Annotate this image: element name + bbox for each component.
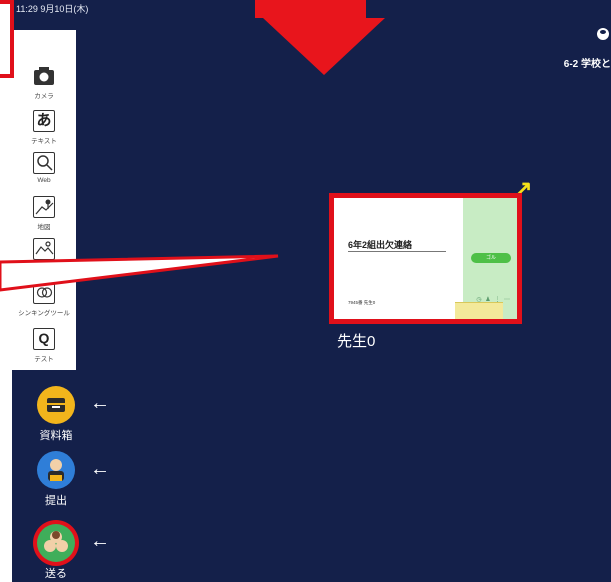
status-bar-time: 11:29 9月10日(木)	[16, 4, 89, 14]
text-icon: あ	[33, 110, 55, 132]
card-button: ゴル	[471, 253, 511, 263]
arrow-left-icon: ←	[90, 458, 110, 480]
tool-thinking-label: シンキングツール	[18, 310, 70, 317]
tool-camera[interactable]: カメラ	[12, 65, 76, 100]
camera-icon	[33, 65, 55, 87]
card-title: 6年2組出欠連絡	[348, 240, 413, 250]
sticky-note	[455, 302, 503, 319]
tool-thinking[interactable]: シンキングツール	[12, 282, 76, 317]
card-author: 7945番 先生0	[348, 300, 376, 305]
user-icon[interactable]	[597, 28, 609, 40]
nav-send-button[interactable]: 送る	[24, 524, 88, 581]
tool-web[interactable]: Web	[12, 152, 76, 184]
nav-send-label: 送る	[45, 568, 67, 580]
nav-box-label: 資料箱	[39, 430, 73, 442]
tool-palette: カメラ あ テキスト Web 地図 シンキングツール Q テスト	[12, 30, 76, 370]
web-search-icon	[33, 152, 55, 174]
box-icon	[37, 386, 75, 424]
arrow-left-icon: ←	[90, 392, 110, 414]
send-icon	[37, 524, 75, 562]
tool-web-label: Web	[37, 177, 51, 184]
thinking-tool-icon	[33, 282, 55, 304]
tool-camera-label: カメラ	[34, 93, 54, 100]
nav-box-button[interactable]: 資料箱	[24, 386, 88, 443]
arrow-left-icon: ←	[90, 530, 110, 552]
image-icon	[33, 238, 55, 260]
tool-map[interactable]: 地図	[12, 196, 76, 231]
tool-image[interactable]	[12, 238, 76, 263]
card-title-underline	[348, 251, 446, 252]
tool-map-label: 地図	[37, 224, 51, 231]
tool-text[interactable]: あ テキスト	[12, 110, 76, 145]
card-owner-name: 先生0	[337, 333, 376, 350]
callout-box	[0, 0, 14, 78]
tool-test[interactable]: Q テスト	[12, 328, 76, 363]
submit-icon	[37, 451, 75, 489]
card-thumbnail[interactable]: 6年2組出欠連絡 ゴル 7945番 先生0 ◷ ♟ ⋮ ⋯	[329, 193, 522, 324]
tool-test-label: テスト	[34, 356, 54, 363]
map-icon	[33, 196, 55, 218]
nav-submit-label: 提出	[45, 495, 67, 507]
test-icon: Q	[33, 328, 55, 350]
app-screen: 11:29 9月10日(木) 6-2 学校と ↗ 6年2組出欠連絡 ゴル 794…	[12, 0, 611, 582]
tool-text-label: テキスト	[31, 138, 57, 145]
nav-submit-button[interactable]: 提出	[24, 451, 88, 508]
class-label[interactable]: 6-2 学校と	[564, 55, 611, 70]
